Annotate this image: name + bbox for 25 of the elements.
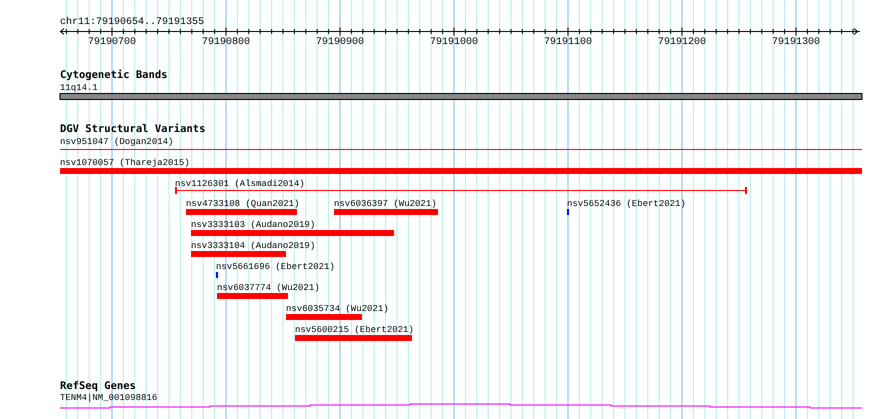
variant-label: nsv3333103 (Audano2019) bbox=[191, 220, 316, 230]
variant-label: nsv6035734 (Wu2021) bbox=[286, 304, 389, 314]
tick-label: 79191200 bbox=[658, 37, 706, 48]
variant-label: nsv951047 (Dogan2014) bbox=[60, 137, 174, 147]
track-title: DGV Structural Variants bbox=[60, 123, 206, 135]
variant-label: nsv4733108 (Quan2021) bbox=[186, 199, 300, 209]
tick-label: 79191300 bbox=[772, 37, 820, 48]
variant-label: nsv3333104 (Audano2019) bbox=[191, 241, 316, 251]
variant-label: nsv5600215 (Ebert2021) bbox=[295, 325, 414, 335]
tick-label: 79190900 bbox=[316, 37, 364, 48]
tick-label: 79191000 bbox=[430, 37, 478, 48]
variant-label: nsv5652436 (Ebert2021) bbox=[567, 199, 686, 209]
location-label: chr11:79190654..79191355 bbox=[60, 17, 204, 28]
tick-label: 79190800 bbox=[202, 37, 250, 48]
gene-label: TENM4|NM_001098816 bbox=[60, 393, 158, 403]
track-title: RefSeq Genes bbox=[60, 380, 136, 392]
track-title: Cytogenetic Bands bbox=[60, 69, 168, 81]
variant-label: nsv6036397 (Wu2021) bbox=[334, 199, 437, 209]
tick-label: 79191100 bbox=[544, 37, 592, 48]
variant-label: nsv1126301 (Alsmadi2014) bbox=[175, 179, 305, 189]
variant-label: nsv5661696 (Ebert2021) bbox=[216, 262, 335, 272]
variant-label: nsv6037774 (Wu2021) bbox=[217, 283, 320, 293]
tick-label: 79190700 bbox=[88, 37, 136, 48]
band-label: 11q14.1 bbox=[60, 83, 98, 93]
variant-label: nsv1070057 (Thareja2015) bbox=[60, 158, 190, 168]
